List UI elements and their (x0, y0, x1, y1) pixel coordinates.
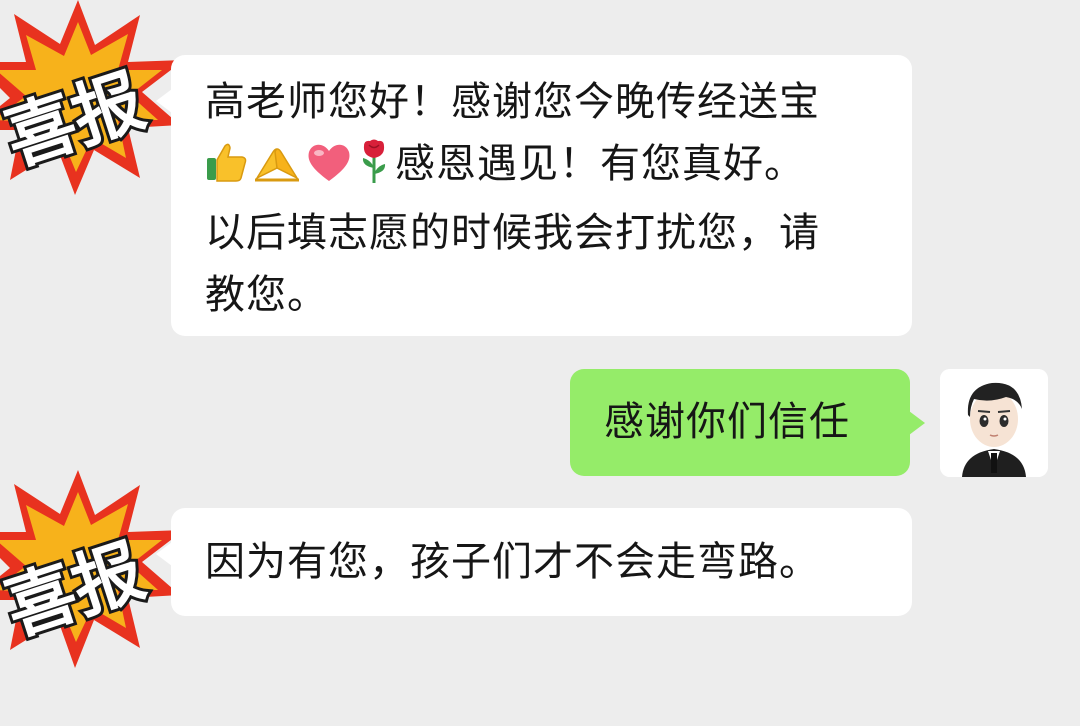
message-line: 以后填志愿的时候我会打扰您，请 (205, 210, 820, 256)
message-line: 教您。 (205, 272, 328, 318)
chat-window: 喜报 喜报 高老师您好！感谢您今晚传经送宝 感恩遇见！有您真好。 以后填志愿的时… (0, 0, 1080, 726)
message-bubble-outgoing[interactable]: 感谢你们信任 (570, 369, 925, 476)
message-line-text: 感恩遇见！有您真好。 (395, 141, 805, 187)
good-news-badge-2: 喜报 (0, 470, 184, 668)
message-line-with-emojis: 感恩遇见！有您真好。 (205, 133, 882, 202)
heart-icon (305, 140, 353, 202)
message-line: 高老师您好！感谢您今晚传经送宝 (205, 79, 820, 125)
cartoon-man-avatar-icon[interactable] (940, 369, 1048, 477)
rose-icon (357, 138, 391, 202)
thumbs-up-icon (205, 140, 249, 202)
message-text: 因为有您，孩子们才不会走弯路。 (205, 539, 820, 585)
folded-hands-icon (253, 140, 301, 202)
message-text: 感谢你们信任 (604, 399, 850, 445)
message-bubble-incoming[interactable]: 因为有您，孩子们才不会走弯路。 (156, 508, 912, 616)
message-bubble-incoming[interactable]: 高老师您好！感谢您今晚传经送宝 感恩遇见！有您真好。 以后填志愿的时候我会打扰您… (156, 55, 912, 336)
